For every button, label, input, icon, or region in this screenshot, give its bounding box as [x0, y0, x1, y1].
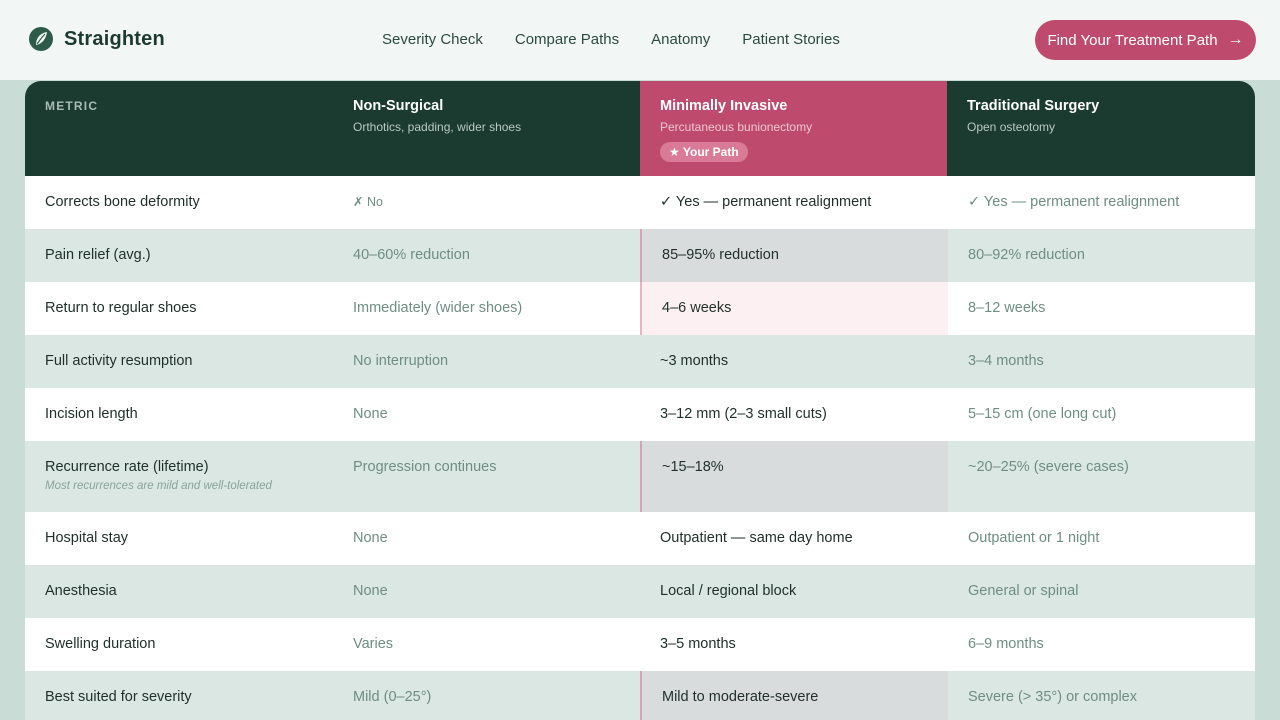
value-traditional-surgery: Severe (> 35°) or complex: [968, 689, 1137, 705]
table-row: Hospital stay None Outpatient — same day…: [25, 512, 1255, 565]
arrow-right-icon: →: [1227, 31, 1244, 48]
nav-severity-check[interactable]: Severity Check: [382, 31, 483, 48]
metric-label: Corrects bone deformity: [45, 194, 200, 210]
metric-label: Recurrence rate (lifetime): [45, 459, 209, 475]
brand-name: Straighten: [64, 27, 165, 50]
column-title: Minimally Invasive: [660, 98, 788, 114]
value-non-surgical: Mild (0–25°): [353, 689, 432, 705]
table-row: Best suited for severity Mild (0–25°) Mi…: [25, 671, 1255, 720]
column-subtitle: Percutaneous bunionectomy: [660, 120, 813, 134]
table-row: Anesthesia None Local / regional block G…: [25, 565, 1255, 618]
table-row: Pain relief (avg.) 40–60% reduction 85–9…: [25, 229, 1255, 282]
value-traditional-surgery: 80–92% reduction: [968, 247, 1085, 263]
value-minimally-invasive: Local / regional block: [660, 583, 797, 599]
metric-label: Hospital stay: [45, 530, 129, 546]
value-traditional-surgery: ~20–25% (severe cases): [968, 459, 1129, 475]
value-minimally-invasive: 85–95% reduction: [640, 229, 948, 282]
nav-compare-paths[interactable]: Compare Paths: [515, 31, 619, 48]
column-minimally-invasive: Minimally Invasive Percutaneous bunionec…: [640, 81, 947, 176]
value-non-surgical: Immediately (wider shoes): [353, 300, 523, 316]
metric-note: Most recurrences are mild and well-toler…: [45, 480, 272, 492]
value-non-surgical: ✗ No: [353, 195, 383, 209]
metric-label: Swelling duration: [45, 636, 156, 652]
value-traditional-surgery: 5–15 cm (one long cut): [968, 406, 1117, 422]
column-traditional-surgery: Traditional Surgery Open osteotomy: [947, 81, 1255, 176]
brand[interactable]: Straighten: [28, 26, 165, 52]
comparison-table: METRIC Non-Surgical Orthotics, padding, …: [25, 81, 1255, 720]
metric-cell: Recurrence rate (lifetime) Most recurren…: [25, 441, 333, 512]
metric-header-label: METRIC: [45, 99, 99, 113]
value-minimally-invasive: 3–12 mm (2–3 small cuts): [660, 406, 827, 422]
metric-label: Anesthesia: [45, 583, 117, 599]
value-non-surgical: 40–60% reduction: [353, 247, 470, 263]
value-non-surgical: Progression continues: [353, 459, 497, 475]
value-traditional-surgery: Outpatient or 1 night: [968, 530, 1100, 546]
table-row: Corrects bone deformity ✗ No ✓ Yes — per…: [25, 176, 1255, 229]
table-row: Incision length None 3–12 mm (2–3 small …: [25, 388, 1255, 441]
column-non-surgical: Non-Surgical Orthotics, padding, wider s…: [333, 81, 640, 176]
metric-label: Incision length: [45, 406, 138, 422]
column-title: Non-Surgical: [353, 98, 444, 114]
column-title: Traditional Surgery: [967, 98, 1100, 114]
value-non-surgical: None: [353, 406, 388, 422]
value-minimally-invasive: Outpatient — same day home: [660, 530, 853, 546]
metric-label: Return to regular shoes: [45, 300, 197, 316]
value-minimally-invasive: 3–5 months: [660, 636, 736, 652]
value-minimally-invasive: ✓ Yes — permanent realignment: [660, 194, 872, 210]
table-row: Swelling duration Varies 3–5 months 6–9 …: [25, 618, 1255, 671]
cta-label: Find Your Treatment Path: [1047, 31, 1218, 49]
value-traditional-surgery: 6–9 months: [968, 636, 1044, 652]
value-traditional-surgery: General or spinal: [968, 583, 1079, 599]
value-traditional-surgery: 3–4 months: [968, 353, 1044, 369]
column-subtitle: Open osteotomy: [967, 120, 1056, 134]
value-non-surgical: Varies: [353, 636, 394, 652]
column-subtitle: Orthotics, padding, wider shoes: [353, 120, 522, 134]
table-row: Return to regular shoes Immediately (wid…: [25, 282, 1255, 335]
value-non-surgical: None: [353, 583, 388, 599]
value-non-surgical: None: [353, 530, 388, 546]
value-traditional-surgery: ✓ Yes — permanent realignment: [968, 194, 1180, 210]
nav-anatomy[interactable]: Anatomy: [651, 31, 710, 48]
value-non-surgical: No interruption: [353, 353, 449, 369]
main-nav: Severity Check Compare Paths Anatomy Pat…: [382, 31, 872, 48]
site-header: Straighten Severity Check Compare Paths …: [0, 0, 1280, 80]
find-treatment-path-button[interactable]: Find Your Treatment Path →: [1035, 20, 1256, 60]
metric-label: Pain relief (avg.): [45, 247, 151, 263]
value-minimally-invasive: Mild to moderate-severe: [640, 671, 948, 720]
metric-label: Full activity resumption: [45, 353, 193, 369]
table-row: Full activity resumption No interruption…: [25, 335, 1255, 388]
table-row: Recurrence rate (lifetime) Most recurren…: [25, 441, 1255, 512]
table-header: METRIC Non-Surgical Orthotics, padding, …: [25, 81, 1255, 176]
value-traditional-surgery: 8–12 weeks: [968, 300, 1046, 316]
metric-header: METRIC: [25, 81, 333, 176]
value-minimally-invasive: 4–6 weeks: [640, 282, 948, 335]
nav-patient-stories[interactable]: Patient Stories: [742, 31, 840, 48]
value-minimally-invasive: ~3 months: [660, 353, 729, 369]
metric-label: Best suited for severity: [45, 689, 192, 705]
value-minimally-invasive: ~15–18%: [640, 441, 948, 512]
your-path-badge: ★ Your Path: [660, 142, 748, 162]
leaf-logo-icon: [29, 27, 53, 51]
